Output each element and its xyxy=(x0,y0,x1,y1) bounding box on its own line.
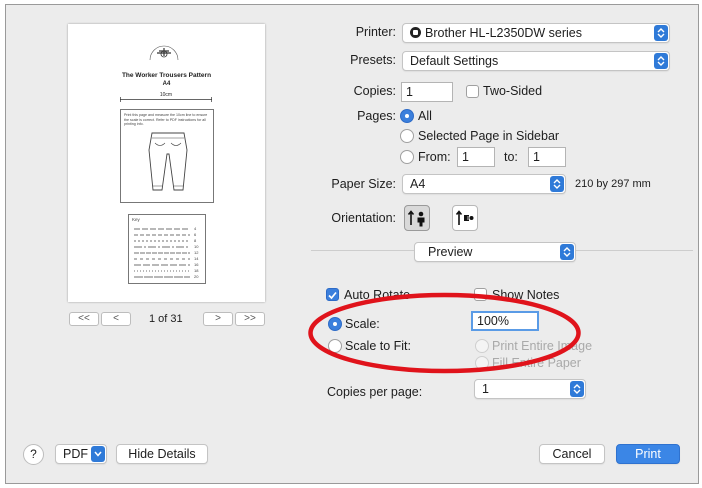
printer-popup[interactable]: Brother HL-L2350DW series xyxy=(402,23,670,43)
chevron-down-icon xyxy=(91,446,105,462)
first-page-button[interactable]: << xyxy=(69,312,99,326)
pages-to-field[interactable]: 1 xyxy=(528,147,566,167)
pages-all-label: All xyxy=(418,109,432,123)
measure-line xyxy=(120,97,212,102)
instructions-box: Print this page and measure the 10cm lin… xyxy=(120,109,214,203)
paper-size-value: A4 xyxy=(410,177,426,191)
presets-value: Default Settings xyxy=(410,54,499,68)
pages-from-label: From: xyxy=(418,150,451,164)
section-popup[interactable]: Preview xyxy=(414,242,576,262)
trousers-illustration xyxy=(148,132,188,191)
pdf-label: PDF xyxy=(63,447,88,461)
chevron-updown-icon xyxy=(550,176,564,192)
two-sided-label: Two-Sided xyxy=(483,84,543,98)
chevron-updown-icon xyxy=(654,25,668,41)
print-dialog: The Worker Trousers Pattern A4 10cm Prin… xyxy=(5,4,699,484)
copies-label: Copies: xyxy=(353,84,396,98)
pages-to-label: to: xyxy=(504,150,518,164)
landscape-person-icon xyxy=(455,210,474,225)
presets-popup[interactable]: Default Settings xyxy=(402,51,670,71)
printer-status-icon xyxy=(410,27,421,38)
portrait-orientation-button[interactable] xyxy=(404,205,430,231)
copies-per-page-label: Copies per page: xyxy=(327,385,423,399)
previous-page-button[interactable]: < xyxy=(101,312,131,326)
chevron-updown-icon xyxy=(654,53,668,69)
key-lines: 4 6 8 10 12 14 16 18 20 xyxy=(134,226,204,280)
help-button[interactable]: ? xyxy=(23,444,44,465)
paper-dimensions: 210 by 297 mm xyxy=(575,178,651,190)
highlight-ellipse xyxy=(308,292,581,374)
page-indicator: 1 of 31 xyxy=(149,313,183,325)
print-button[interactable]: Print xyxy=(616,444,680,464)
key-size-label: 20 xyxy=(194,274,199,279)
pages-from-field[interactable]: 1 xyxy=(457,147,495,167)
pattern-title: The Worker Trousers Pattern xyxy=(121,72,212,79)
section-popup-value: Preview xyxy=(428,245,473,259)
chevron-updown-icon xyxy=(560,244,574,260)
two-sided-checkbox[interactable] xyxy=(466,85,479,98)
key-title: Key xyxy=(132,217,140,222)
chevron-updown-icon xyxy=(570,381,584,397)
copies-field[interactable]: 1 xyxy=(401,82,453,102)
printer-label: Printer: xyxy=(355,25,396,39)
paper-size-label: Paper Size: xyxy=(331,177,396,191)
pdf-menu-button[interactable]: PDF xyxy=(55,444,107,464)
copies-per-page-value: 1 xyxy=(482,382,489,396)
presets-label: Presets: xyxy=(350,53,396,67)
pages-selected-label: Selected Page in Sidebar xyxy=(418,129,560,143)
orientation-label: Orientation: xyxy=(331,211,396,225)
paper-label: A4 xyxy=(162,81,171,87)
pages-label: Pages: xyxy=(357,109,396,123)
instructions-text: Print this page and measure the 10cm lin… xyxy=(124,113,208,127)
last-page-button[interactable]: >> xyxy=(235,312,265,326)
copies-per-page-popup[interactable]: 1 xyxy=(474,379,586,399)
hide-details-button[interactable]: Hide Details xyxy=(116,444,208,464)
pages-selected-radio[interactable] xyxy=(400,129,414,143)
paper-size-popup[interactable]: A4 xyxy=(402,174,566,194)
page-preview: The Worker Trousers Pattern A4 10cm Prin… xyxy=(68,24,265,302)
printer-value: Brother HL-L2350DW series xyxy=(425,26,583,40)
size-key: Key 4 6 8 10 12 14 16 18 20 xyxy=(128,214,206,284)
next-page-button[interactable]: > xyxy=(203,312,233,326)
scale-measure: 10cm xyxy=(120,92,212,102)
cancel-button[interactable]: Cancel xyxy=(539,444,605,464)
landscape-orientation-button[interactable] xyxy=(452,205,478,231)
key-line-sample xyxy=(134,276,190,278)
pages-range-radio[interactable] xyxy=(400,150,414,164)
portrait-person-icon xyxy=(407,210,425,227)
pages-all-radio[interactable] xyxy=(400,109,414,123)
key-row: 20 xyxy=(134,274,204,280)
brand-logo xyxy=(149,45,179,61)
